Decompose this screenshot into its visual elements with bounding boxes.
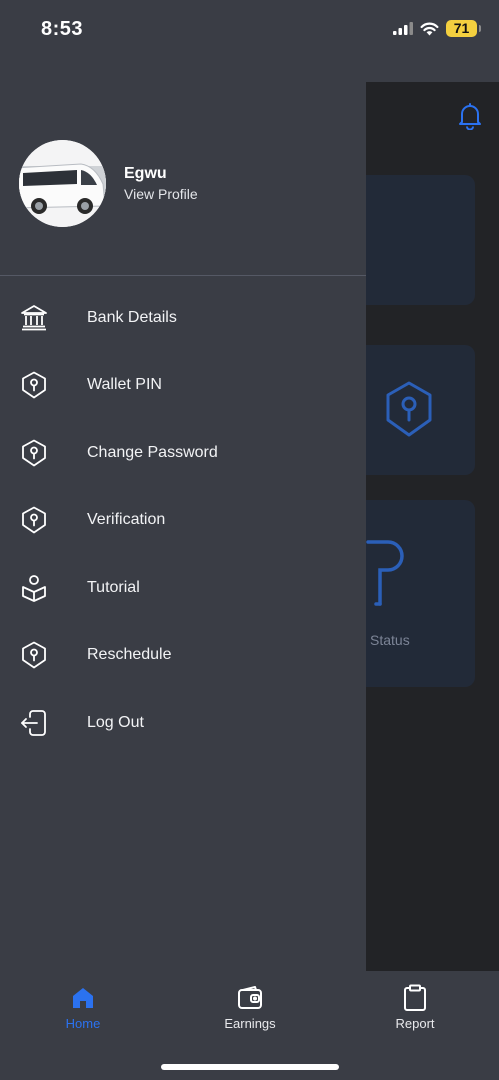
wifi-icon (420, 22, 439, 35)
tab-label: Earnings (224, 1016, 276, 1031)
shield-key-icon (22, 506, 46, 534)
avatar[interactable] (19, 140, 106, 227)
bank-icon (21, 304, 47, 331)
menu-item-label: Log Out (87, 713, 144, 731)
status-icons: 71 (393, 20, 481, 37)
signal-icon (393, 22, 413, 35)
clipboard-icon (366, 540, 404, 606)
background-status-label: Status (370, 632, 410, 648)
menu-item-change-password[interactable]: Change Password (0, 419, 366, 487)
menu-item-label: Wallet PIN (87, 376, 162, 394)
wallet-icon (238, 986, 262, 1009)
menu-item-label: Tutorial (87, 578, 140, 596)
book-reader-icon (22, 574, 46, 602)
menu-item-wallet-pin[interactable]: Wallet PIN (0, 352, 366, 420)
home-icon (73, 988, 93, 1008)
battery-indicator: 71 (446, 20, 481, 37)
tab-label: Report (395, 1016, 435, 1031)
tab-home[interactable]: Home (33, 983, 133, 1031)
menu-item-bank-details[interactable]: Bank Details (0, 284, 366, 352)
menu-item-label: Reschedule (87, 646, 172, 664)
background-card (350, 175, 475, 305)
menu-item-label: Bank Details (87, 308, 177, 326)
shield-key-icon (386, 381, 432, 437)
divider (0, 275, 366, 276)
profile-section[interactable]: Egwu View Profile (19, 140, 198, 227)
bell-icon[interactable] (458, 102, 482, 130)
van-image (19, 140, 106, 227)
navigation-drawer: Egwu View Profile Bank Details Wallet PI… (0, 62, 366, 971)
menu-item-verification[interactable]: Verification (0, 487, 366, 555)
tab-earnings[interactable]: Earnings (200, 983, 300, 1031)
profile-name: Egwu (124, 165, 167, 182)
view-profile-link[interactable]: View Profile (124, 186, 198, 202)
drawer-menu: Bank Details Wallet PIN Change Password (0, 284, 366, 757)
tab-label: Home (65, 1016, 101, 1031)
clipboard-icon (404, 984, 426, 1011)
tab-report[interactable]: Report (365, 983, 465, 1031)
home-indicator[interactable] (161, 1064, 339, 1070)
status-bar: 8:53 71 (0, 0, 499, 62)
menu-item-tutorial[interactable]: Tutorial (0, 554, 366, 622)
menu-item-reschedule[interactable]: Reschedule (0, 622, 366, 690)
logout-icon (21, 709, 46, 736)
shield-key-icon (22, 641, 46, 669)
menu-item-label: Change Password (87, 443, 218, 461)
shield-key-icon (22, 439, 46, 467)
shield-key-icon (22, 371, 46, 399)
status-time: 8:53 (41, 18, 84, 40)
menu-item-label: Verification (87, 511, 166, 529)
menu-item-log-out[interactable]: Log Out (0, 689, 366, 757)
